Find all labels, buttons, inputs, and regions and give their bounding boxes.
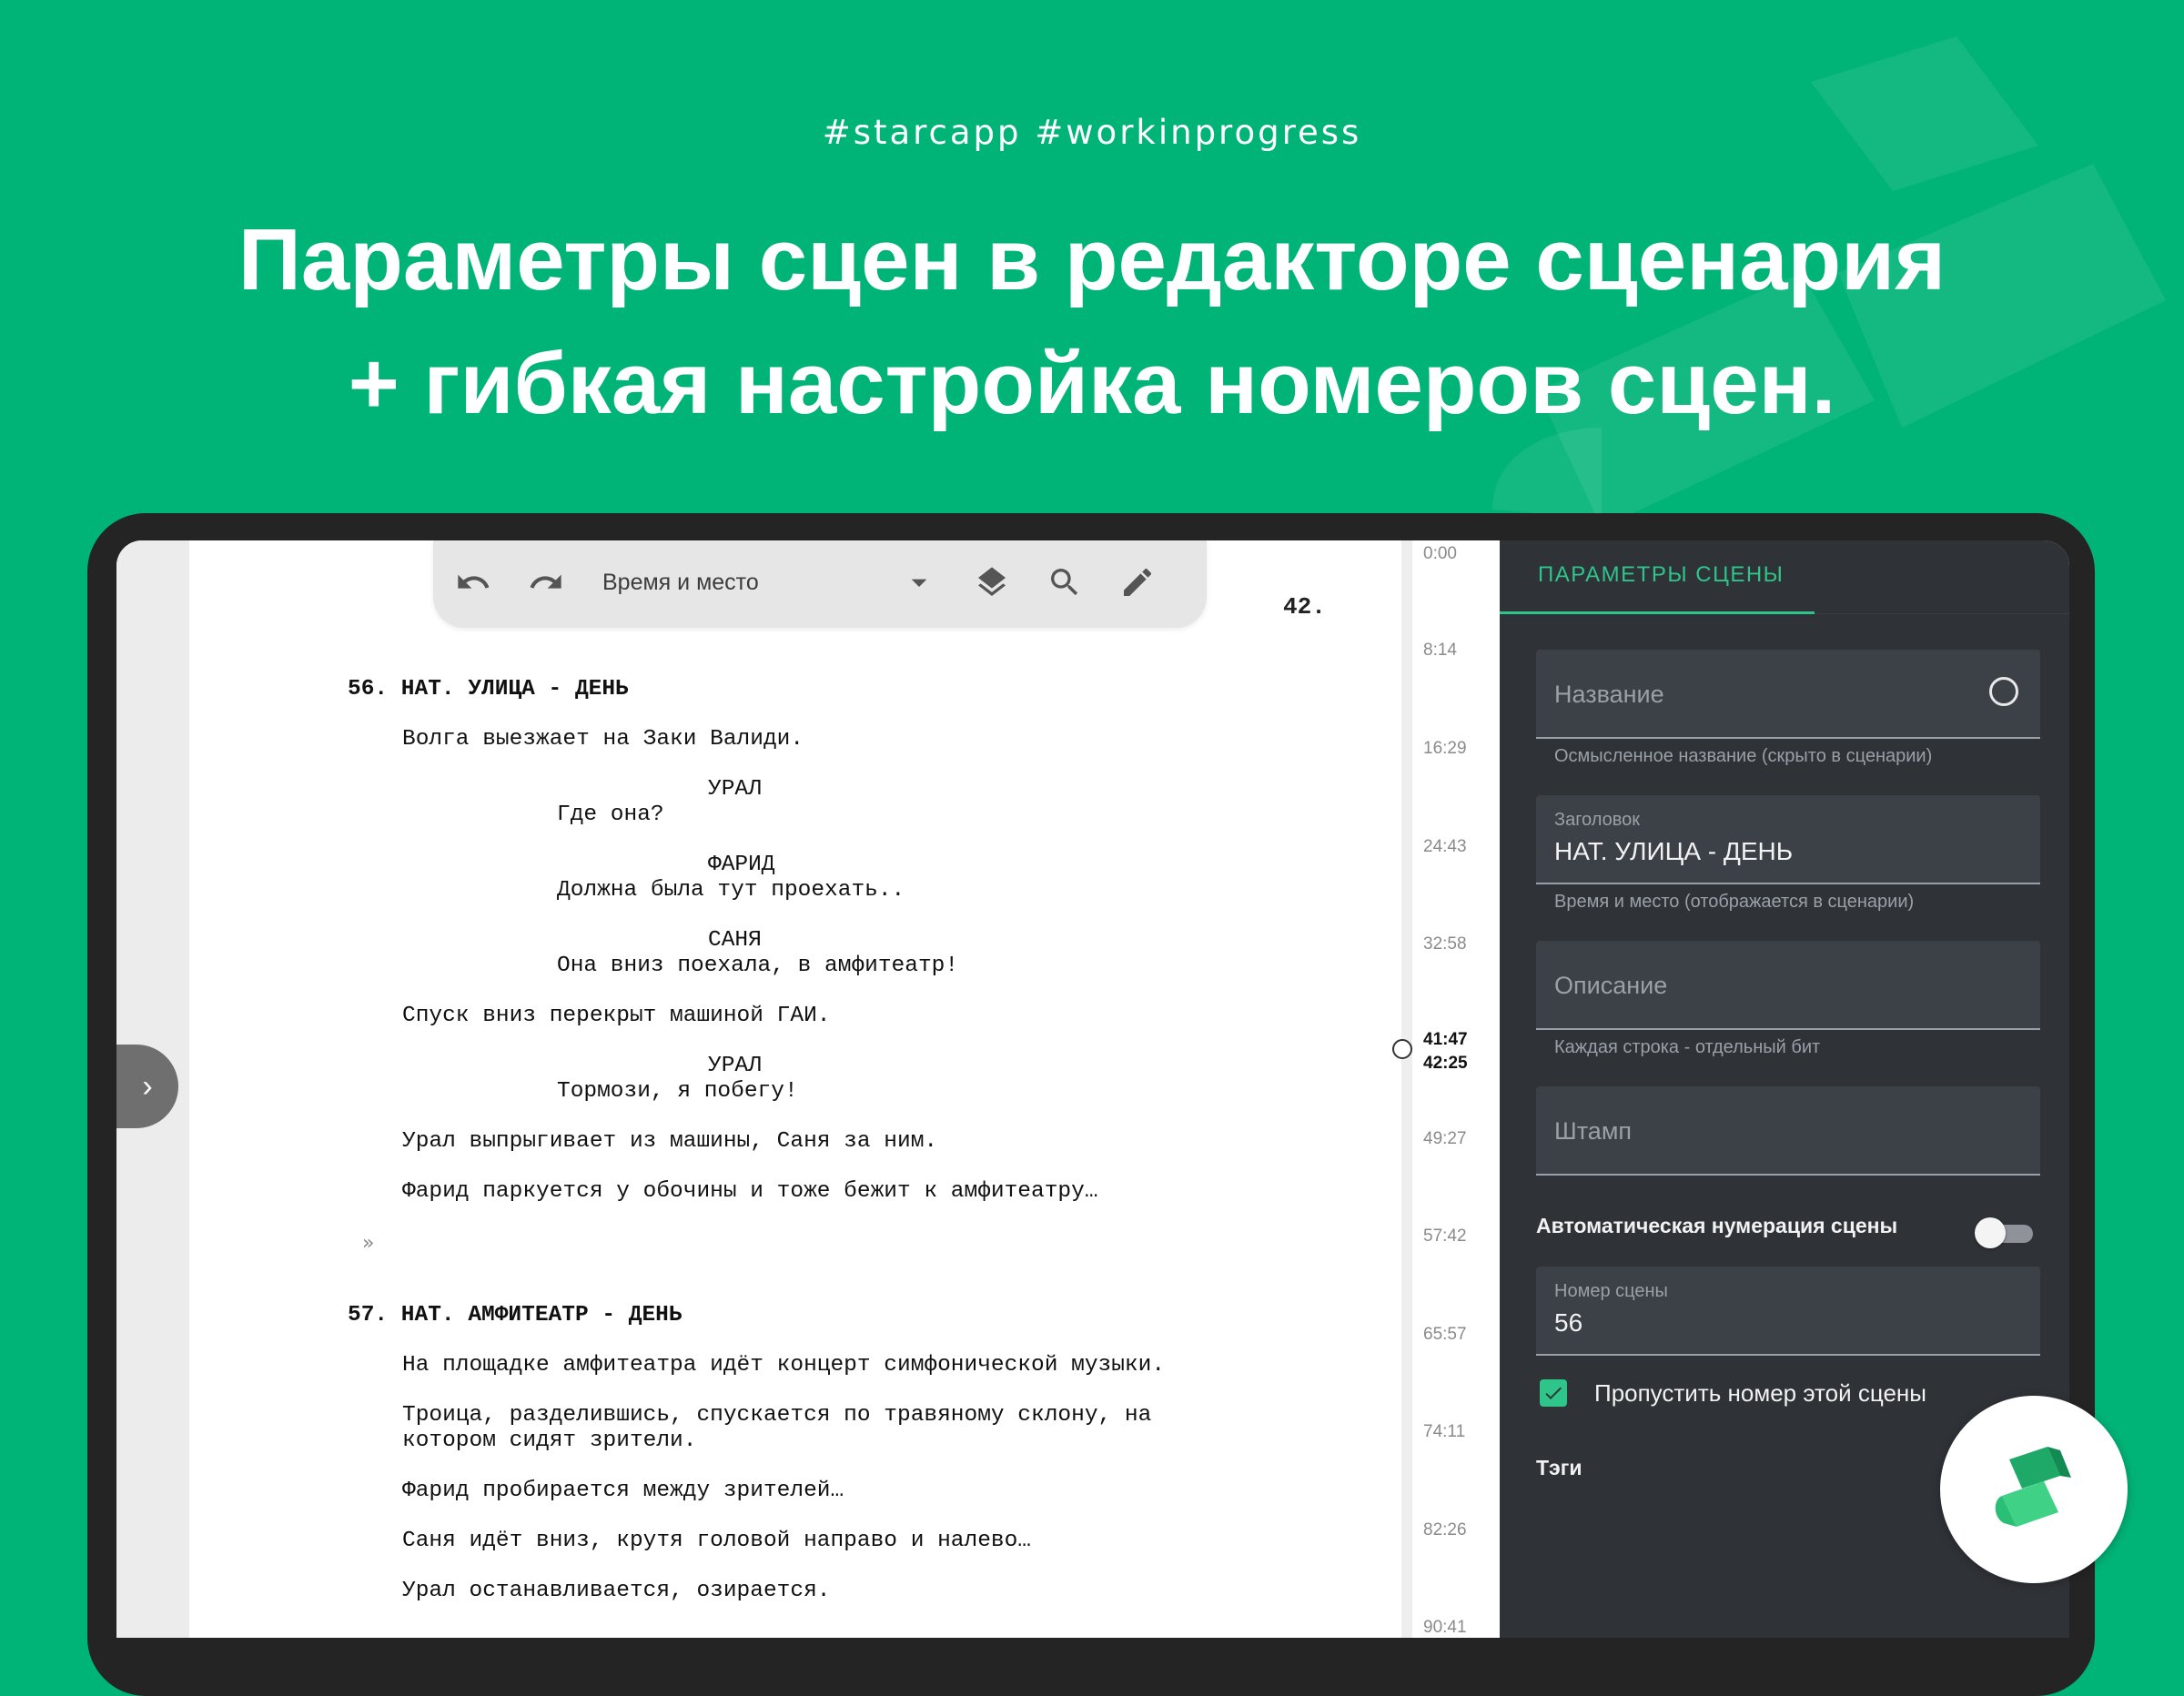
hashtags: #starcapp #workinprogress — [822, 113, 1362, 152]
caret-down-icon[interactable] — [901, 564, 937, 601]
auto-numbering-switch-knob[interactable] — [1975, 1217, 2006, 1248]
timeline-mark: 65:57 — [1423, 1325, 1467, 1344]
tab-indicator — [1500, 611, 1815, 614]
skip-number-label[interactable]: Пропустить номер этой сцены — [1594, 1379, 1926, 1408]
character-name[interactable]: УРАЛ — [708, 777, 762, 802]
scene-stamp-field[interactable]: Штамп — [1536, 1086, 2040, 1176]
action-line[interactable]: Троица, разделившись, спускается по трав… — [402, 1403, 1151, 1428]
character-name[interactable]: ФАРИД — [708, 853, 775, 877]
action-line[interactable]: Урал выпрыгивает из машины, Саня за ним. — [402, 1129, 937, 1154]
scene-name-placeholder: Название — [1554, 681, 1664, 708]
scene-heading[interactable]: 57. НАТ. АМФИТЕАТР - ДЕНЬ — [348, 1303, 682, 1328]
app-screen: › Время и место 42. 56. НАТ. УЛИЦА - ДЕН… — [116, 540, 2069, 1638]
timeline-current-start: 41:47 — [1423, 1030, 1468, 1049]
dialogue-line[interactable]: Должна была тут проехать.. — [557, 878, 905, 903]
scene-heading[interactable]: 56. НАТ. УЛИЦА - ДЕНЬ — [348, 677, 629, 702]
scene-number-field[interactable]: Номер сцены 56 — [1536, 1267, 2040, 1356]
timeline-mark: 32:58 — [1423, 934, 1467, 954]
search-icon[interactable] — [1046, 564, 1083, 601]
pen-icon[interactable] — [1119, 564, 1156, 601]
headline-line-1: Параметры сцен в редакторе сценария — [238, 211, 1946, 308]
timeline-mark: 49:27 — [1423, 1129, 1467, 1148]
layers-icon[interactable] — [974, 564, 1010, 601]
skip-number-checkbox[interactable] — [1540, 1379, 1567, 1407]
timeline-mark: 82:26 — [1423, 1520, 1467, 1540]
scene-description-helper: Каждая строка - отдельный бит — [1554, 1037, 1821, 1057]
action-line[interactable]: Волга выезжает на Заки Валиди. — [402, 727, 804, 752]
headline: Параметры сцен в редакторе сценария + ги… — [0, 198, 2184, 446]
action-line[interactable]: Фарид паркуется у обочины и тоже бежит к… — [402, 1179, 1098, 1204]
scene-number-value: 56 — [1554, 1308, 1583, 1337]
action-line[interactable]: Спуск вниз перекрыт машиной ГАИ. — [402, 1004, 830, 1028]
action-line[interactable]: На площадке амфитеатра идёт концерт симф… — [402, 1353, 1165, 1378]
page-edge — [1401, 540, 1412, 1638]
tab-divider — [1815, 613, 2069, 614]
character-name[interactable]: САНЯ — [708, 928, 762, 953]
timeline-position-handle[interactable] — [1392, 1039, 1412, 1059]
redo-icon[interactable] — [528, 564, 564, 601]
timeline-current-end: 42:25 — [1423, 1054, 1468, 1073]
scene-heading-value: НАТ. УЛИЦА - ДЕНЬ — [1554, 837, 1794, 865]
editor-toolbar: Время и место — [433, 540, 1207, 628]
tab-scene-parameters[interactable]: ПАРАМЕТРЫ СЦЕНЫ — [1538, 562, 1784, 588]
scene-heading-field[interactable]: Заголовок НАТ. УЛИЦА - ДЕНЬ — [1536, 795, 2040, 884]
undo-icon[interactable] — [455, 564, 491, 601]
action-line[interactable]: Фарид пробирается между зрителей… — [402, 1479, 844, 1503]
scene-heading-helper: Время и место (отображается в сценарии) — [1554, 892, 1915, 912]
timeline-mark: 57:42 — [1423, 1227, 1467, 1246]
color-picker-circle-icon[interactable] — [1989, 677, 2018, 706]
tags-label: Тэги — [1536, 1456, 1582, 1479]
scene-name-field[interactable]: Название — [1536, 650, 2040, 739]
starc-logo-icon — [1995, 1447, 2071, 1527]
continued-marker: » — [362, 1232, 375, 1255]
character-name[interactable]: УРАЛ — [708, 1054, 762, 1078]
timeline-ruler[interactable]: 0:00 8:14 16:29 24:43 32:58 41:47 42:25 … — [1412, 540, 1476, 1638]
check-icon — [1545, 1387, 1562, 1399]
action-line[interactable]: котором сидят зрители. — [402, 1428, 696, 1453]
timeline-mark: 24:43 — [1423, 837, 1467, 856]
scene-description-placeholder: Описание — [1554, 972, 1668, 999]
timeline-mark: 90:41 — [1423, 1618, 1467, 1637]
dialogue-line[interactable]: Где она? — [557, 803, 664, 827]
scene-heading-label: Заголовок — [1554, 810, 1641, 830]
timeline-mark: 16:29 — [1423, 739, 1467, 758]
dialogue-line[interactable]: Она вниз поехала, в амфитеатр! — [557, 954, 958, 978]
style-selector[interactable]: Время и место — [602, 570, 759, 596]
timeline-mark: 74:11 — [1423, 1422, 1466, 1441]
timeline-mark: 0:00 — [1423, 544, 1457, 563]
auto-numbering-label: Автоматическая нумерация сцены — [1536, 1214, 1898, 1237]
page-number: 42. — [1283, 593, 1326, 621]
timeline-mark: 8:14 — [1423, 641, 1457, 660]
app-logo-badge — [1940, 1396, 2128, 1583]
scene-description-field[interactable]: Описание — [1536, 941, 2040, 1030]
action-line[interactable]: Саня идёт вниз, крутя головой направо и … — [402, 1529, 1031, 1553]
scene-number-label: Номер сцены — [1554, 1281, 1668, 1301]
dialogue-line[interactable]: Тормози, я побегу! — [557, 1079, 798, 1104]
scene-name-helper: Осмысленное название (скрыто в сценарии) — [1554, 746, 1933, 766]
scene-stamp-placeholder: Штамп — [1554, 1117, 1633, 1145]
script-page[interactable] — [189, 540, 1410, 1638]
headline-line-2: + гибкая настройка номеров сцен. — [348, 335, 1836, 432]
action-line[interactable]: Урал останавливается, озирается. — [402, 1579, 830, 1603]
chevron-right-icon: › — [142, 1068, 153, 1104]
